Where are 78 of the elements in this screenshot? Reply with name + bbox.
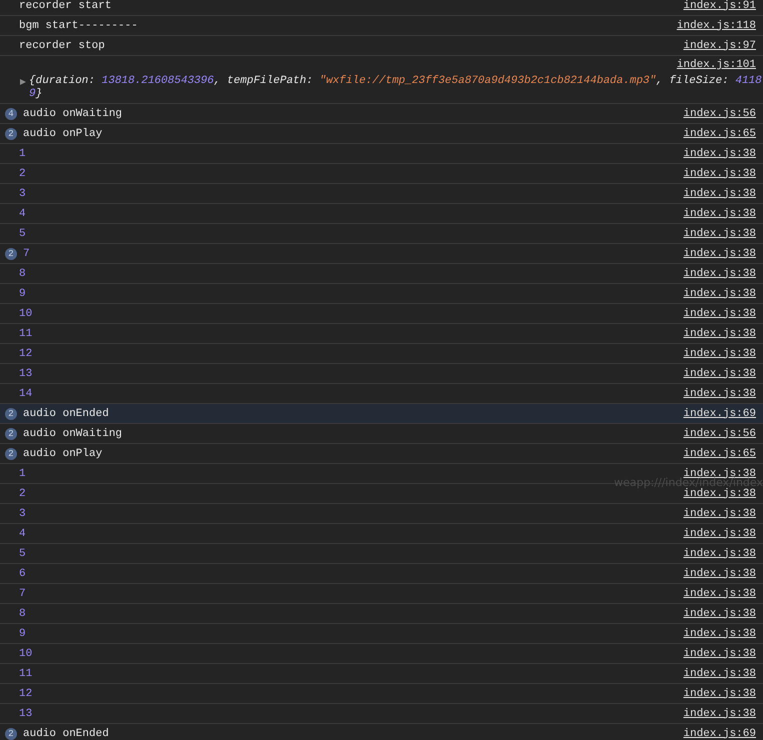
source-link[interactable]: index.js:38: [683, 308, 756, 320]
repeat-count: 2: [5, 728, 17, 740]
source-link[interactable]: index.js:69: [683, 728, 756, 740]
source-link[interactable]: index.js:38: [683, 528, 756, 540]
source-link[interactable]: index.js:38: [683, 608, 756, 620]
log-message: 1: [19, 468, 26, 480]
source-link[interactable]: index.js:38: [683, 248, 756, 260]
source-link[interactable]: index.js:38: [683, 688, 756, 700]
repeat-count: 2: [5, 448, 17, 460]
log-message: 12: [19, 348, 32, 360]
source-link[interactable]: index.js:38: [683, 368, 756, 380]
log-message: 11: [19, 328, 32, 340]
log-message: 12: [19, 688, 32, 700]
source-link[interactable]: index.js:38: [683, 628, 756, 640]
log-message: 10: [19, 308, 32, 320]
source-link[interactable]: index.js:38: [683, 568, 756, 580]
source-link[interactable]: index.js:65: [683, 128, 756, 140]
log-message: bgm start---------: [19, 20, 138, 32]
source-link[interactable]: index.js:38: [683, 348, 756, 360]
source-link[interactable]: index.js:69: [683, 408, 756, 420]
source-link[interactable]: index.js:38: [683, 488, 756, 500]
log-message: 11: [19, 668, 32, 680]
log-message: 5: [19, 228, 26, 240]
source-link[interactable]: index.js:56: [683, 428, 756, 440]
source-link[interactable]: index.js:38: [683, 168, 756, 180]
log-message: 13: [19, 368, 32, 380]
log-message: 6: [19, 568, 26, 580]
object-preview[interactable]: {duration: 13818.21608543396, tempFilePath: "wxfile://tmp_23ff3e5a870a9d493b2c1cb82144bada.mp3", fileSize: 4118 9}: [29, 75, 762, 101]
source-link[interactable]: index.js:38: [683, 388, 756, 400]
log-message: 4: [19, 528, 26, 540]
source-link[interactable]: index.js:38: [683, 648, 756, 660]
log-message: 9: [19, 628, 26, 640]
repeat-count: 2: [5, 428, 17, 440]
log-message: 9: [19, 288, 26, 300]
log-message: audio onPlay: [23, 128, 102, 140]
log-message: audio onWaiting: [23, 108, 122, 120]
repeat-count: 2: [5, 408, 17, 420]
log-message: 8: [19, 608, 26, 620]
log-message: recorder stop: [19, 40, 105, 52]
source-link[interactable]: index.js:118: [676, 20, 756, 32]
source-link[interactable]: index.js:38: [683, 188, 756, 200]
log-message: 2: [19, 168, 26, 180]
source-link[interactable]: index.js:56: [683, 108, 756, 120]
log-message: 4: [19, 208, 26, 220]
source-link[interactable]: index.js:38: [683, 708, 756, 720]
source-link[interactable]: index.js:38: [683, 228, 756, 240]
log-message: 1: [19, 148, 26, 160]
log-message: audio onPlay: [23, 448, 102, 460]
source-link[interactable]: index.js:38: [683, 288, 756, 300]
source-link[interactable]: index.js:38: [683, 668, 756, 680]
source-link[interactable]: index.js:101: [676, 59, 756, 71]
log-message: 3: [19, 508, 26, 520]
source-link[interactable]: index.js:38: [683, 208, 756, 220]
log-message: 7: [23, 248, 30, 260]
source-link[interactable]: index.js:38: [683, 268, 756, 280]
source-link[interactable]: index.js:38: [683, 328, 756, 340]
source-link[interactable]: index.js:38: [683, 548, 756, 560]
source-link[interactable]: index.js:38: [683, 508, 756, 520]
repeat-count: 2: [5, 128, 17, 140]
log-message: 7: [19, 588, 26, 600]
source-link[interactable]: index.js:38: [683, 468, 756, 480]
log-message: audio onEnded: [23, 408, 109, 420]
log-message: audio onWaiting: [23, 428, 122, 440]
log-message: 13: [19, 708, 32, 720]
source-link[interactable]: index.js:38: [683, 148, 756, 160]
source-link[interactable]: index.js:38: [683, 588, 756, 600]
log-message: 8: [19, 268, 26, 280]
log-message: 5: [19, 548, 26, 560]
expand-triangle-icon[interactable]: [20, 79, 26, 85]
source-link[interactable]: index.js:65: [683, 448, 756, 460]
log-message: 10: [19, 648, 32, 660]
log-message: audio onEnded: [23, 728, 109, 740]
log-message: 2: [19, 488, 26, 500]
source-link[interactable]: index.js:97: [683, 40, 756, 52]
repeat-count: 2: [5, 248, 17, 260]
repeat-count: 4: [5, 108, 17, 120]
log-message: 14: [19, 388, 32, 400]
log-message: 3: [19, 188, 26, 200]
